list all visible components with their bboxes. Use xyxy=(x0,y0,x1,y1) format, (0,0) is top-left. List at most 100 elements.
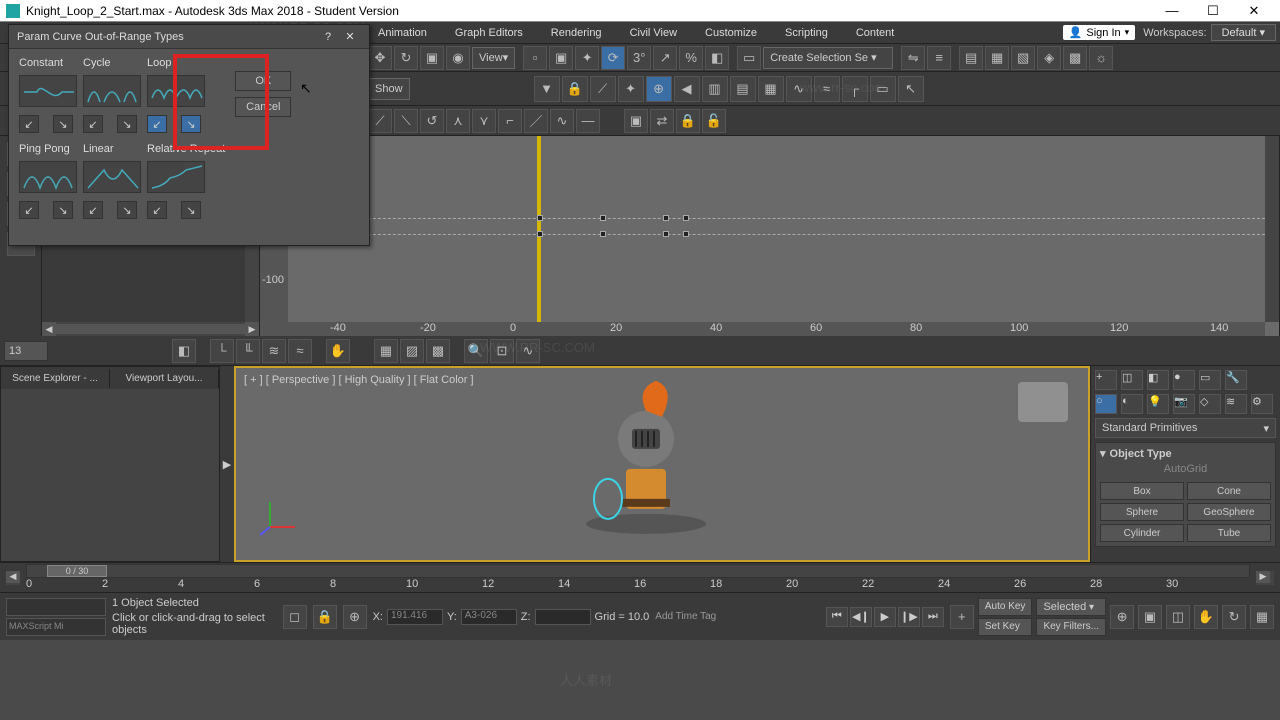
create-tab-icon[interactable]: + xyxy=(1095,370,1117,390)
lights-icon[interactable]: 💡 xyxy=(1147,394,1169,414)
loop-in-button[interactable]: ↙ xyxy=(147,115,167,133)
nav-fov-icon[interactable]: ◫ xyxy=(1166,605,1190,629)
placement-icon[interactable]: ◉ xyxy=(446,46,470,70)
pingpong-curve[interactable] xyxy=(19,161,77,193)
cone-button[interactable]: Cone xyxy=(1187,482,1271,500)
prev-frame-icon[interactable]: ◀❙ xyxy=(850,607,872,627)
render-icon[interactable]: ☼ xyxy=(1089,46,1113,70)
curve-graph[interactable]: 0 -100 -40-20020406080100120140 xyxy=(260,136,1280,336)
selection-set-dropdown[interactable]: Create Selection Se ▾ xyxy=(763,47,893,69)
viewcube[interactable] xyxy=(1018,382,1068,422)
keyfilter-selected[interactable]: Selected ▾ xyxy=(1036,598,1106,616)
relative-repeat-curve[interactable] xyxy=(147,161,205,193)
align-icon[interactable]: ◧ xyxy=(705,46,729,70)
pingpong-out-button[interactable]: ↘ xyxy=(53,201,73,219)
tan-smooth-icon[interactable]: ∿ xyxy=(550,109,574,133)
maxscript-listener[interactable]: MAXScript Mi xyxy=(6,618,106,636)
lock-icon[interactable]: 🔒 xyxy=(562,76,588,102)
tan-slow-icon[interactable]: ⋎ xyxy=(472,109,496,133)
primitive-dropdown[interactable]: Standard Primitives▾ xyxy=(1095,418,1276,438)
cameras-icon[interactable]: 📷 xyxy=(1173,394,1195,414)
buffer-curves-icon[interactable]: ▣ xyxy=(624,109,648,133)
rotate-icon[interactable]: ↻ xyxy=(394,46,418,70)
loop-out-button[interactable]: ↘ xyxy=(181,115,201,133)
time-slider-handle[interactable]: 0 / 30 xyxy=(47,565,107,577)
manip-icon[interactable]: ▣ xyxy=(549,46,573,70)
time-slider[interactable]: 0 / 30 xyxy=(26,564,1250,578)
hierarchy-tab-icon[interactable]: ◧ xyxy=(1147,370,1169,390)
menu-rendering[interactable]: Rendering xyxy=(537,24,616,42)
display-tab-icon[interactable]: ▭ xyxy=(1199,370,1221,390)
box-button[interactable]: Box xyxy=(1100,482,1184,500)
pivot-icon[interactable]: ▫ xyxy=(523,46,547,70)
cycle-curve[interactable] xyxy=(83,75,141,107)
z-input[interactable] xyxy=(535,609,591,625)
schematic-icon[interactable]: ▦ xyxy=(985,46,1009,70)
spacewarps-icon[interactable]: ≋ xyxy=(1225,394,1247,414)
tan-step-icon[interactable]: ⌐ xyxy=(498,109,522,133)
nav-maxtoggle-icon[interactable]: ▦ xyxy=(1250,605,1274,629)
geosphere-button[interactable]: GeoSphere xyxy=(1187,503,1271,521)
constant-out-button[interactable]: ↘ xyxy=(53,115,73,133)
add-time-tag[interactable]: Add Time Tag xyxy=(655,611,820,622)
modify-tab-icon[interactable]: ◫ xyxy=(1121,370,1143,390)
tube-button[interactable]: Tube xyxy=(1187,524,1271,542)
play-icon[interactable]: ▶ xyxy=(874,607,896,627)
render-setup-icon[interactable]: ◈ xyxy=(1037,46,1061,70)
mirror-icon[interactable]: ⇋ xyxy=(901,46,925,70)
zoom-extents-icon[interactable]: ▩ xyxy=(426,339,450,363)
loop-curve[interactable] xyxy=(147,75,205,107)
setkey-button[interactable]: Set Key xyxy=(978,618,1033,636)
autokey-button[interactable]: Auto Key xyxy=(978,598,1033,616)
zoom-region-icon[interactable]: ◧ xyxy=(172,339,196,363)
keyfilters-button[interactable]: Key Filters... xyxy=(1036,618,1106,636)
region-icon[interactable]: ▭ xyxy=(870,76,896,102)
nav-orbit-icon[interactable]: ↻ xyxy=(1222,605,1246,629)
sign-in-button[interactable]: 👤 Sign In ▾ xyxy=(1063,25,1135,40)
iso-icon[interactable]: 🔒 xyxy=(313,605,337,629)
transform-typein[interactable] xyxy=(6,598,106,616)
ok-button[interactable]: OK xyxy=(235,71,291,91)
snap-icon[interactable]: ✦ xyxy=(575,46,599,70)
track-hscroll[interactable]: ◀ ▶ xyxy=(42,322,259,336)
tan-fast-icon[interactable]: ⋏ xyxy=(446,109,470,133)
dialog-help-button[interactable]: ? xyxy=(317,27,339,47)
arrow-icon[interactable]: ↖ xyxy=(898,76,924,102)
nav-zoomall-icon[interactable]: ▣ xyxy=(1138,605,1162,629)
scale-values-icon[interactable]: ▤ xyxy=(730,76,756,102)
tan-flat-icon[interactable]: — xyxy=(576,109,600,133)
keymode-icon[interactable]: + xyxy=(950,605,974,629)
spinner-snap-icon[interactable]: ↗ xyxy=(653,46,677,70)
layer-icon[interactable]: ≡ xyxy=(927,46,951,70)
named-sel-icon[interactable]: ▭ xyxy=(737,46,761,70)
pingpong-in-button[interactable]: ↙ xyxy=(19,201,39,219)
frame-spinner[interactable]: 13 xyxy=(4,341,48,361)
move-icon[interactable]: ✥ xyxy=(368,46,392,70)
slide-keys-icon[interactable]: ◀ xyxy=(674,76,700,102)
cylinder-button[interactable]: Cylinder xyxy=(1100,524,1184,542)
cycle-out-button[interactable]: ↘ xyxy=(117,115,137,133)
cycle-in-button[interactable]: ↙ xyxy=(83,115,103,133)
tangent-icon[interactable]: ⟋ xyxy=(590,76,616,102)
menu-graph-editors[interactable]: Graph Editors xyxy=(441,24,537,42)
move-keys-icon[interactable]: ⊕ xyxy=(646,76,672,102)
relative-out-button[interactable]: ↘ xyxy=(181,201,201,219)
show-dropdown[interactable]: Show xyxy=(368,78,410,100)
percent-icon[interactable]: % xyxy=(679,46,703,70)
dialog-close-button[interactable]: ✕ xyxy=(339,27,361,47)
percent-snap-icon[interactable]: 3° xyxy=(627,46,651,70)
menu-civil-view[interactable]: Civil View xyxy=(616,24,691,42)
viewport-label[interactable]: [ + ] [ Perspective ] [ High Quality ] [… xyxy=(244,374,474,386)
snap-frame-icon[interactable]: ✦ xyxy=(618,76,644,102)
pan-icon[interactable]: ✋ xyxy=(326,339,350,363)
y-input[interactable]: A3-026 xyxy=(461,609,517,625)
zoom-horiz-icon[interactable]: ≋ xyxy=(262,339,286,363)
swap-curves-icon[interactable]: ⇄ xyxy=(650,109,674,133)
zoom-icon[interactable]: ▦ xyxy=(374,339,398,363)
menu-scripting[interactable]: Scripting xyxy=(771,24,842,42)
close-button[interactable]: ✕ xyxy=(1234,1,1274,21)
scale-icon[interactable]: ▣ xyxy=(420,46,444,70)
geometry-icon[interactable]: ○ xyxy=(1095,394,1117,414)
lock-tan-icon[interactable]: 🔒 xyxy=(676,109,700,133)
viewport-layout-tab[interactable]: Viewport Layou... xyxy=(110,369,219,388)
